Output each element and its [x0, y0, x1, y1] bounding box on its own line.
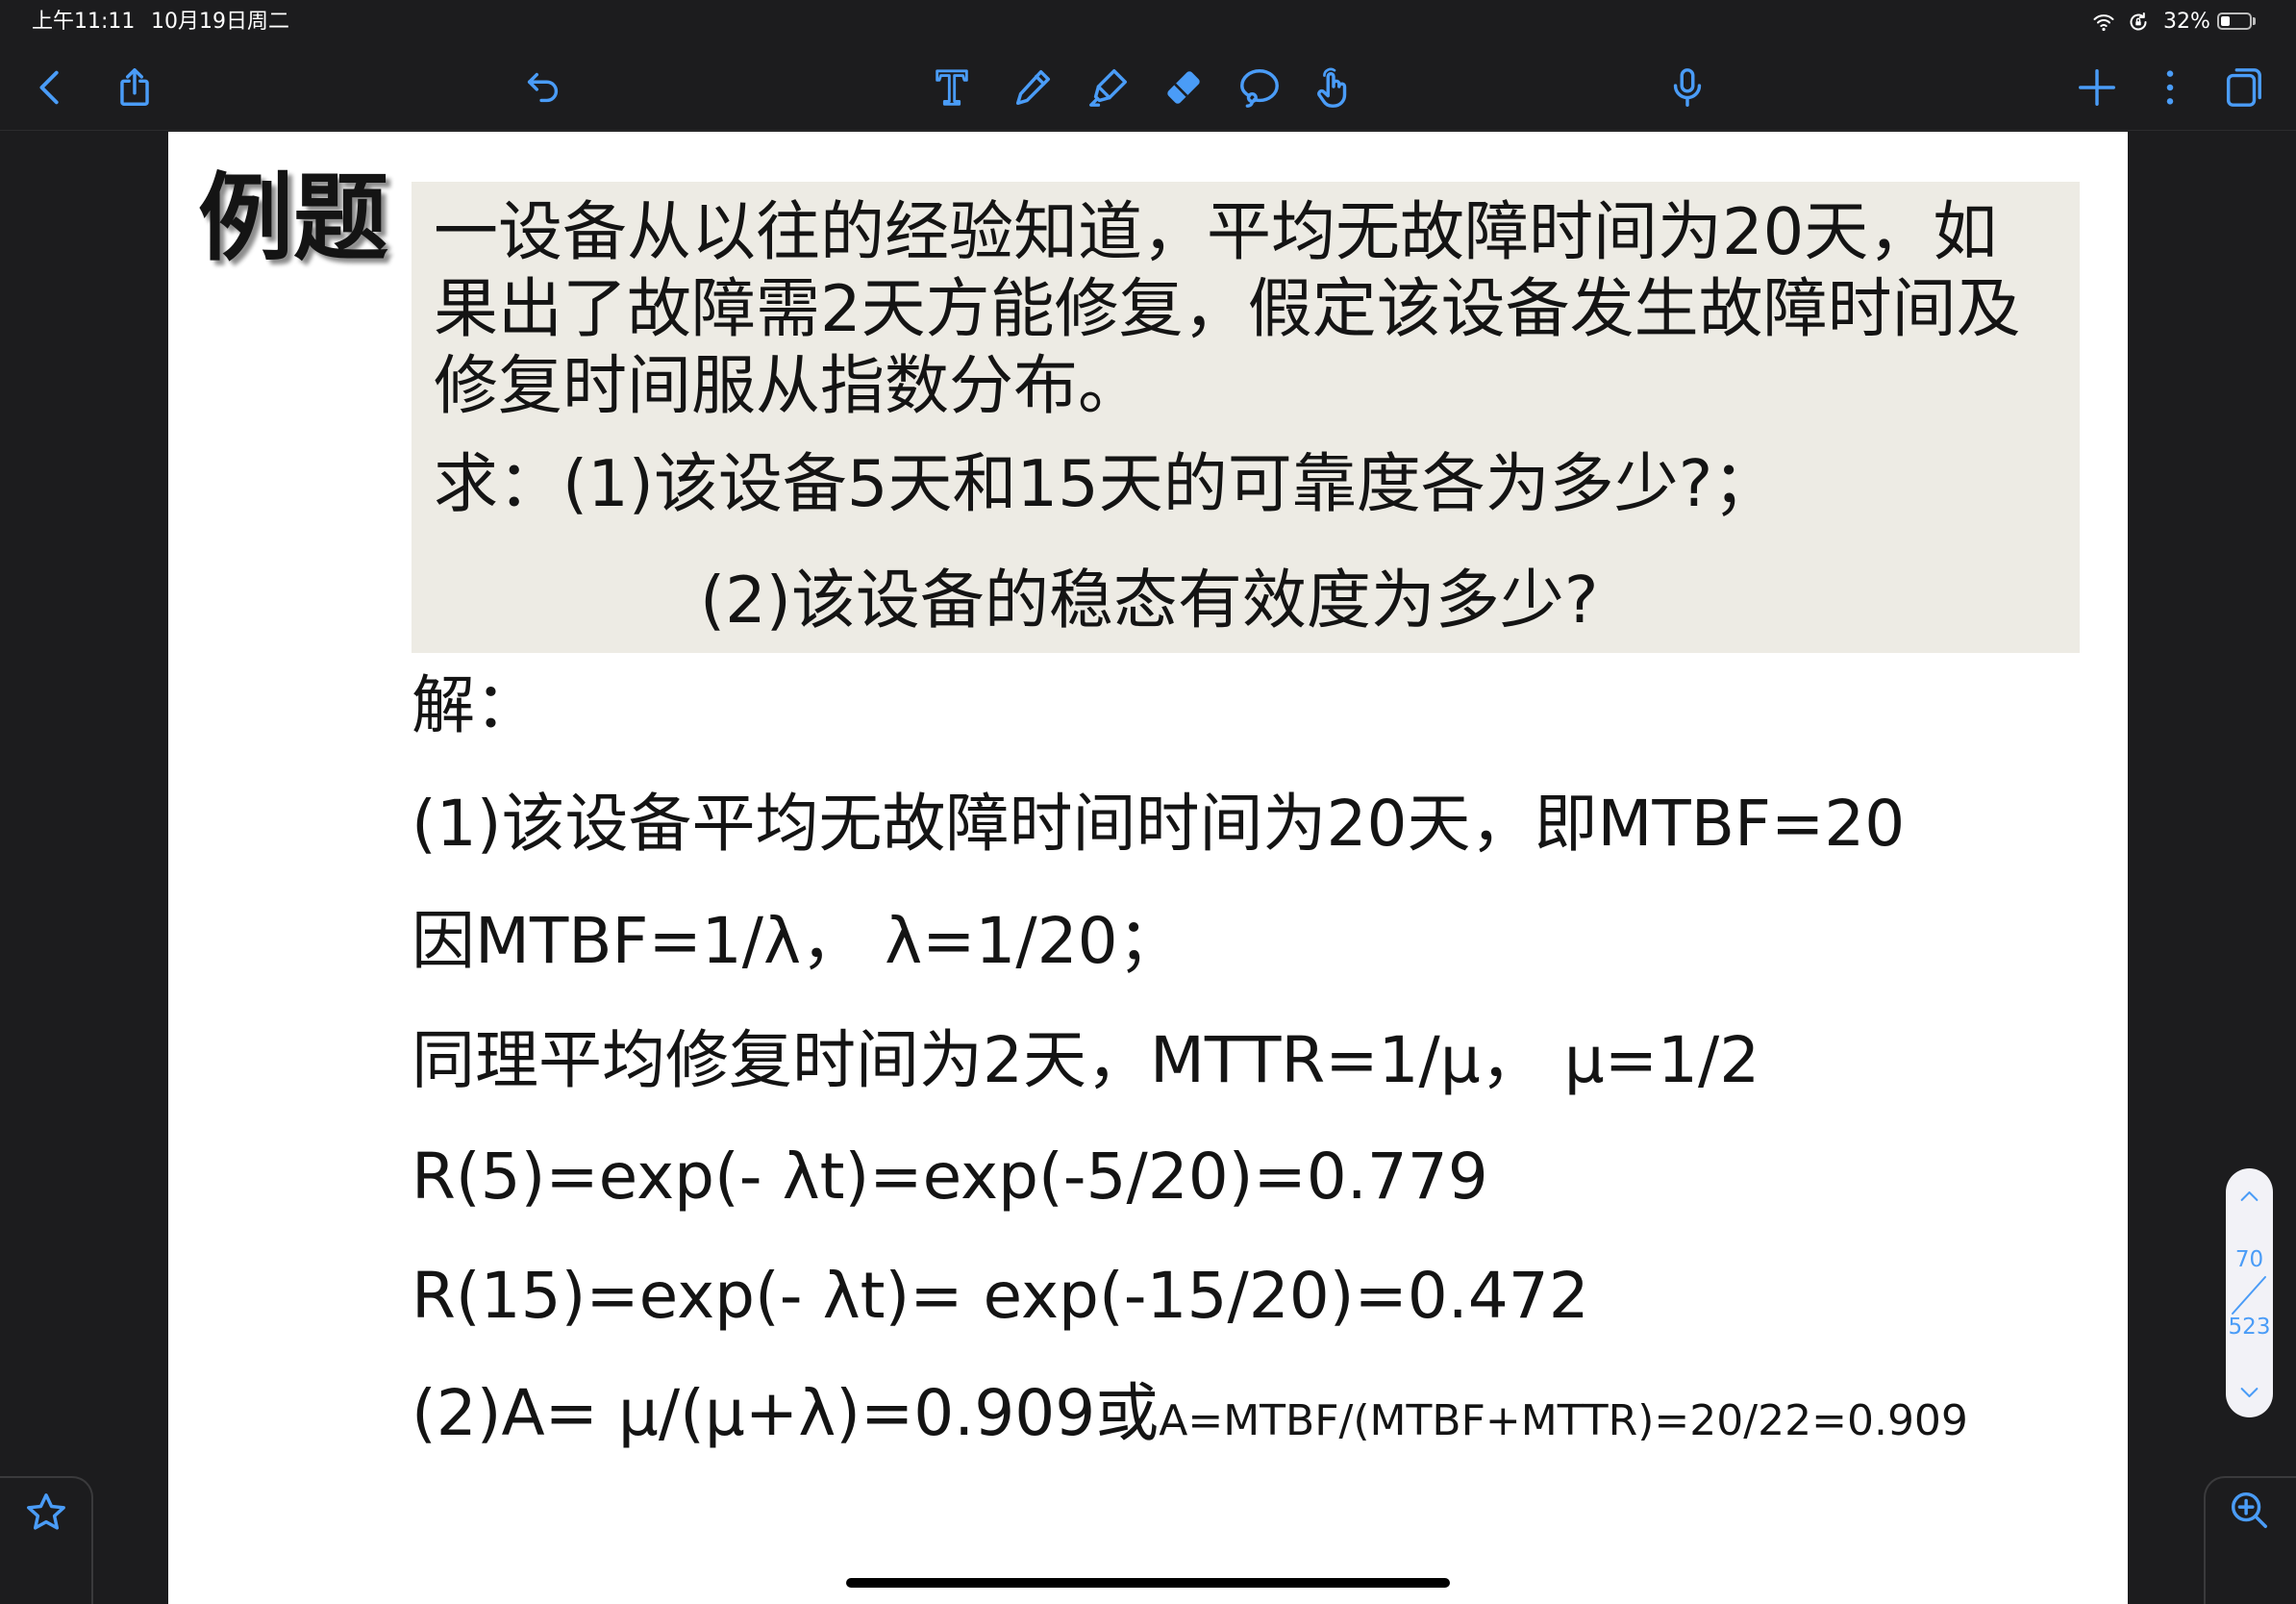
- highlighter-icon[interactable]: [1086, 65, 1131, 110]
- problem-line: 修复时间服从指数分布。: [434, 348, 1142, 423]
- battery-percentage: 32%: [2163, 10, 2210, 34]
- solution-line: R(5)=exp(- λt)=exp(-5/20)=0.779: [412, 1140, 1488, 1214]
- text-tool-icon[interactable]: [930, 65, 974, 110]
- share-icon[interactable]: [112, 65, 157, 110]
- problem-line: 一设备从以往的经验知道，平均无故障时间为20天，如: [434, 194, 1998, 269]
- eraser-icon[interactable]: [1161, 65, 1206, 110]
- status-date: 10月19日周二: [151, 10, 289, 34]
- question-2: (2)该设备的稳态有效度为多少?: [700, 563, 1599, 638]
- more-icon[interactable]: [2148, 65, 2192, 110]
- page-scrubber[interactable]: 70 523: [2226, 1168, 2273, 1417]
- home-indicator[interactable]: [846, 1578, 1450, 1588]
- status-time: 上午11:11: [32, 10, 136, 34]
- availability-formula: (2)A= μ/(μ+λ)=0.909或: [412, 1376, 1160, 1450]
- problem-statement-box: 一设备从以往的经验知道，平均无故障时间为20天，如 果出了故障需2天方能修复，假…: [412, 182, 2080, 653]
- star-icon: [24, 1491, 68, 1535]
- solution-line: R(15)=exp(- λt)= exp(-15/20)=0.472: [412, 1259, 1589, 1333]
- current-page-number: 70: [2234, 1247, 2264, 1272]
- chevron-up-icon[interactable]: [2236, 1184, 2262, 1210]
- pen-icon[interactable]: [1011, 65, 1055, 110]
- problem-line: 果出了故障需2天方能修复，假定该设备发生故障时间及: [434, 271, 2021, 346]
- availability-alt-formula: A=MTBF/(MTBF+MTTR)=20/22=0.909: [1159, 1396, 1968, 1445]
- solution-final-line: (2)A= μ/(μ+λ)=0.909或A=MTBF/(MTBF+MTTR)=2…: [412, 1375, 1968, 1460]
- zoom-in-icon: [2227, 1488, 2271, 1532]
- solution-line: (1)该设备平均无故障时间时间为20天，即MTBF=20: [412, 787, 1906, 861]
- battery-level-fill: [2221, 16, 2230, 26]
- undo-icon[interactable]: [521, 65, 565, 110]
- solution-heading: 解：: [412, 668, 538, 742]
- microphone-icon[interactable]: [1665, 65, 1710, 110]
- total-pages-number: 523: [2228, 1315, 2271, 1340]
- back-icon[interactable]: [29, 65, 73, 110]
- battery-terminal: [2253, 17, 2256, 25]
- battery-icon: [2217, 13, 2252, 30]
- question-1: 求：(1)该设备5天和15天的可靠度各为多少?；: [434, 446, 1778, 521]
- add-icon[interactable]: [2075, 65, 2119, 110]
- solution-line: 同理平均修复时间为2天，MTTR=1/μ， μ=1/2: [412, 1023, 1760, 1097]
- lasso-icon[interactable]: [1237, 65, 1282, 110]
- solution-line: 因MTBF=1/λ， λ=1/20；: [412, 904, 1182, 978]
- document-page[interactable]: 例题 一设备从以往的经验知道，平均无故障时间为20天，如 果出了故障需2天方能修…: [168, 132, 2128, 1604]
- page-separator-line: [2232, 1276, 2266, 1315]
- orientation-lock-icon: [2127, 11, 2150, 34]
- pages-icon[interactable]: [2221, 65, 2265, 110]
- chevron-down-icon[interactable]: [2236, 1379, 2262, 1405]
- hand-pointer-icon[interactable]: [1311, 65, 1356, 110]
- favorite-button[interactable]: [0, 1476, 93, 1604]
- page-title: 例题: [198, 163, 388, 274]
- zoom-button[interactable]: [2204, 1476, 2296, 1604]
- toolbar-separator: [0, 130, 2296, 131]
- wifi-icon: [2092, 11, 2115, 34]
